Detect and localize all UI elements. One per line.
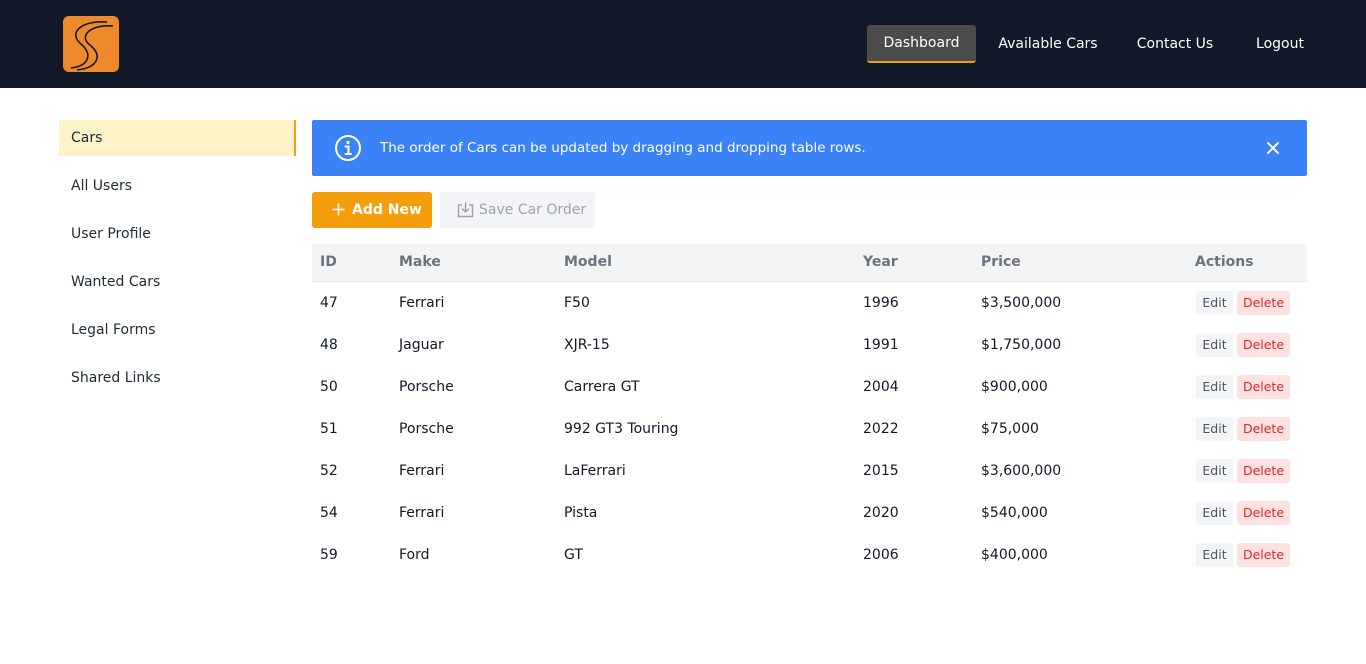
nav-available-cars[interactable]: Available Cars xyxy=(992,25,1104,63)
cell-make: Ferrari xyxy=(399,295,445,311)
table-header: ID Make Model Year Price Actions xyxy=(312,244,1307,282)
cell-make: Ferrari xyxy=(399,463,445,479)
edit-button[interactable]: Edit xyxy=(1196,333,1233,357)
cell-price: $540,000 xyxy=(981,505,1048,521)
table-row[interactable]: 52 Ferrari LaFerrari 2015 $3,600,000 Edi… xyxy=(312,450,1307,492)
sidebar-item-cars[interactable]: Cars xyxy=(59,120,296,156)
add-new-button[interactable]: Add New xyxy=(312,192,432,228)
main-nav: Dashboard Available Cars Contact Us Logo… xyxy=(0,25,1366,63)
cell-model: F50 xyxy=(564,295,590,311)
table-row[interactable]: 51 Porsche 992 GT3 Touring 2022 $75,000 … xyxy=(312,408,1307,450)
cell-make: Jaguar xyxy=(399,337,444,353)
sidebar-item-wanted-cars[interactable]: Wanted Cars xyxy=(59,264,296,300)
header-id: ID xyxy=(320,254,337,270)
save-car-order-button[interactable]: Save Car Order xyxy=(440,192,595,228)
cell-price: $400,000 xyxy=(981,547,1048,563)
header-actions: Actions xyxy=(1195,254,1254,270)
nav-logout[interactable]: Logout xyxy=(1248,25,1312,63)
sidebar-item-all-users[interactable]: All Users xyxy=(59,168,296,204)
header-model: Model xyxy=(564,254,612,270)
sidebar: Cars All Users User Profile Wanted Cars … xyxy=(59,120,296,408)
delete-button[interactable]: Delete xyxy=(1237,333,1290,357)
cell-model: GT xyxy=(564,547,583,563)
cell-price: $3,500,000 xyxy=(981,295,1062,311)
cell-id: 47 xyxy=(320,295,338,311)
nav-contact-us[interactable]: Contact Us xyxy=(1130,25,1220,63)
cell-price: $900,000 xyxy=(981,379,1048,395)
cell-id: 54 xyxy=(320,505,338,521)
close-icon[interactable] xyxy=(1265,140,1281,156)
delete-button[interactable]: Delete xyxy=(1237,375,1290,399)
header-make: Make xyxy=(399,254,441,270)
cell-model: Pista xyxy=(564,505,598,521)
sidebar-item-legal-forms[interactable]: Legal Forms xyxy=(59,312,296,348)
download-icon xyxy=(457,202,474,218)
cell-make: Ferrari xyxy=(399,505,445,521)
edit-button[interactable]: Edit xyxy=(1196,459,1233,483)
edit-button[interactable]: Edit xyxy=(1196,501,1233,525)
sidebar-item-user-profile[interactable]: User Profile xyxy=(59,216,296,252)
cell-model: 992 GT3 Touring xyxy=(564,421,679,437)
nav-dashboard[interactable]: Dashboard xyxy=(867,25,976,63)
delete-button[interactable]: Delete xyxy=(1237,543,1290,567)
cell-make: Ford xyxy=(399,547,430,563)
table-row[interactable]: 54 Ferrari Pista 2020 $540,000 Edit Dele… xyxy=(312,492,1307,534)
cell-id: 48 xyxy=(320,337,338,353)
edit-button[interactable]: Edit xyxy=(1196,417,1233,441)
delete-button[interactable]: Delete xyxy=(1237,501,1290,525)
cell-price: $3,600,000 xyxy=(981,463,1062,479)
delete-button[interactable]: Delete xyxy=(1237,459,1290,483)
cell-year: 1996 xyxy=(863,295,899,311)
cell-make: Porsche xyxy=(399,421,454,437)
header-price: Price xyxy=(981,254,1021,270)
cell-year: 2022 xyxy=(863,421,899,437)
plus-icon xyxy=(332,203,345,216)
cell-model: LaFerrari xyxy=(564,463,626,479)
header-year: Year xyxy=(863,254,898,270)
info-alert: The order of Cars can be updated by drag… xyxy=(312,120,1307,176)
alert-message: The order of Cars can be updated by drag… xyxy=(380,140,866,156)
table-row[interactable]: 47 Ferrari F50 1996 $3,500,000 Edit Dele… xyxy=(312,282,1307,324)
cell-year: 2006 xyxy=(863,547,899,563)
cell-id: 51 xyxy=(320,421,338,437)
delete-button[interactable]: Delete xyxy=(1237,291,1290,315)
sidebar-item-shared-links[interactable]: Shared Links xyxy=(59,360,296,396)
cell-id: 52 xyxy=(320,463,338,479)
cell-year: 1991 xyxy=(863,337,899,353)
cell-model: XJR-15 xyxy=(564,337,610,353)
cell-year: 2020 xyxy=(863,505,899,521)
info-icon xyxy=(335,135,361,161)
table-row[interactable]: 59 Ford GT 2006 $400,000 Edit Delete xyxy=(312,534,1307,576)
edit-button[interactable]: Edit xyxy=(1196,291,1233,315)
cars-table: ID Make Model Year Price Actions 47 Ferr… xyxy=(312,244,1307,576)
cell-price: $1,750,000 xyxy=(981,337,1062,353)
edit-button[interactable]: Edit xyxy=(1196,375,1233,399)
cell-id: 59 xyxy=(320,547,338,563)
cell-id: 50 xyxy=(320,379,338,395)
cell-year: 2004 xyxy=(863,379,899,395)
cell-model: Carrera GT xyxy=(564,379,640,395)
cell-make: Porsche xyxy=(399,379,454,395)
edit-button[interactable]: Edit xyxy=(1196,543,1233,567)
add-new-label: Add New xyxy=(352,202,422,218)
delete-button[interactable]: Delete xyxy=(1237,417,1290,441)
save-car-order-label: Save Car Order xyxy=(479,202,587,218)
table-row[interactable]: 50 Porsche Carrera GT 2004 $900,000 Edit… xyxy=(312,366,1307,408)
table-row[interactable]: 48 Jaguar XJR-15 1991 $1,750,000 Edit De… xyxy=(312,324,1307,366)
cell-year: 2015 xyxy=(863,463,899,479)
top-navbar: Dashboard Available Cars Contact Us Logo… xyxy=(0,0,1366,88)
cell-price: $75,000 xyxy=(981,421,1039,437)
